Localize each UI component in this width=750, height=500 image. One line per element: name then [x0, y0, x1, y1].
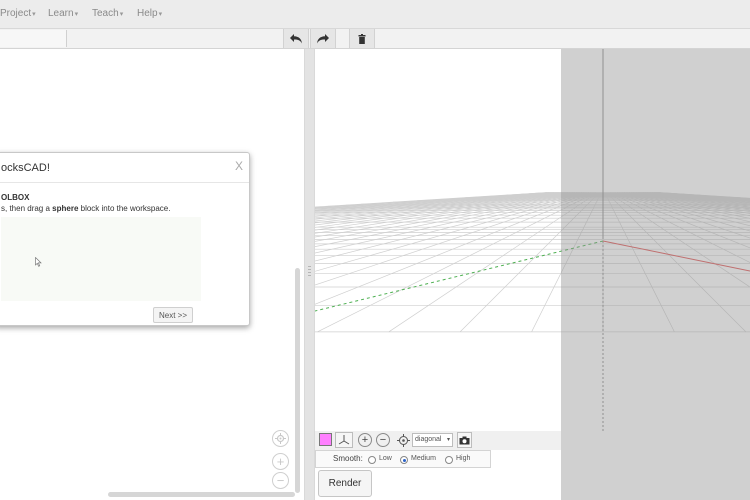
caret-down-icon: ▾ — [32, 11, 36, 18]
redo-icon — [317, 34, 329, 44]
workspace-recenter-button[interactable] — [272, 430, 289, 447]
caret-down-icon: ▾ — [158, 11, 163, 18]
redo-button[interactable] — [310, 29, 336, 48]
caret-down-icon: ▾ — [74, 11, 79, 18]
dialog-close-button[interactable]: X — [235, 159, 243, 173]
undo-button[interactable] — [283, 29, 309, 48]
smooth-high-label: High — [456, 455, 471, 462]
dialog-next-button[interactable]: Next >> — [153, 307, 193, 323]
render-button[interactable]: Render — [318, 470, 372, 497]
viewer-zoom-in-button[interactable]: + — [358, 433, 372, 447]
tutorial-dialog: ocksCAD! X OLBOX s, then drag a sphere b… — [0, 152, 250, 326]
axes-toggle-button[interactable] — [335, 432, 353, 448]
caret-down-icon: ▾ — [446, 437, 450, 443]
undo-icon — [290, 34, 302, 44]
viewer-recenter-button[interactable] — [396, 433, 410, 447]
plus-icon: + — [276, 454, 285, 469]
crosshair-icon — [275, 433, 286, 444]
dialog-instruction: s, then drag a sphere block into the wor… — [1, 204, 171, 213]
minus-icon: − — [379, 433, 387, 446]
plus-icon: + — [361, 433, 369, 446]
menu-teach[interactable]: Teach▾ — [92, 8, 123, 19]
caret-down-icon: ▾ — [119, 11, 124, 18]
axes-icon — [338, 435, 350, 445]
workspace-horizontal-scroll-thumb[interactable] — [108, 492, 295, 497]
minus-icon: − — [276, 473, 285, 488]
project-name-field[interactable] — [0, 30, 67, 47]
menu-project[interactable]: Project▾ — [0, 8, 36, 19]
viewer-zoom-out-button[interactable]: − — [376, 433, 390, 447]
view-angle-select[interactable]: diagonal ▾ — [412, 433, 453, 447]
dialog-step-heading: OLBOX — [1, 193, 30, 202]
trash-icon — [358, 33, 366, 44]
screenshot-button[interactable] — [457, 432, 472, 448]
menu-help[interactable]: Help▾ — [137, 8, 162, 19]
dialog-demo-area — [1, 217, 201, 301]
crosshair-icon — [396, 433, 410, 447]
smooth-medium-radio[interactable] — [400, 456, 408, 464]
smooth-high-radio[interactable] — [445, 456, 453, 464]
mouse-cursor-icon — [35, 256, 42, 270]
smooth-label: Smooth: — [333, 454, 363, 463]
dialog-divider — [0, 182, 249, 183]
color-picker-button[interactable] — [319, 433, 332, 446]
workspace-zoom-out-button[interactable]: − — [272, 472, 289, 489]
smooth-medium-label: Medium — [411, 455, 436, 462]
smooth-low-radio[interactable] — [368, 456, 376, 464]
delete-button[interactable] — [349, 29, 375, 48]
dialog-title: ocksCAD! — [1, 162, 50, 174]
workspace-vertical-scroll-thumb[interactable] — [295, 268, 300, 493]
viewer-shade-overlay — [561, 49, 750, 500]
smooth-low-label: Low — [379, 455, 392, 462]
splitter-grip-icon[interactable] — [308, 266, 311, 282]
menu-learn[interactable]: Learn▾ — [48, 8, 78, 19]
workspace-zoom-in-button[interactable]: + — [272, 453, 289, 470]
toolbar — [0, 29, 750, 49]
camera-icon — [459, 436, 470, 444]
menu-bar: Project▾ Learn▾ Teach▾ Help▾ — [0, 0, 750, 29]
